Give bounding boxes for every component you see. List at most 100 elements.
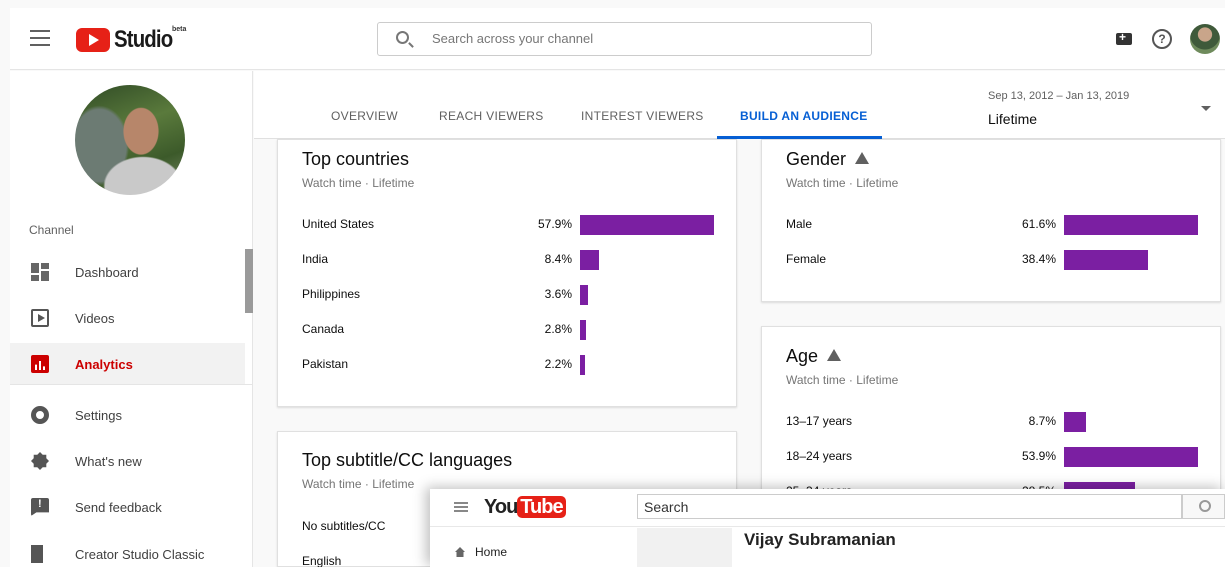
badge-icon [31,452,49,470]
card-subtitle: Watch time · Lifetime [302,176,415,190]
home-label: Home [475,545,508,559]
gender-card: Gender Watch time · Lifetime Male 61.6% Fe… [761,139,1221,302]
row-value: 8.7% [1028,414,1056,428]
youtube-play-icon [76,28,110,52]
gear-icon [31,406,49,424]
sidebar-scrollbar[interactable] [245,249,253,313]
row-label: Canada [302,322,345,336]
card-subtitle: Watch time · Lifetime [302,477,415,491]
row-value: 3.6% [544,287,572,301]
sidebar-item-label: Analytics [75,356,133,372]
row-value: 57.9% [537,217,572,231]
sidebar-item-label: What's new [75,453,142,469]
channel-name: Vijay Subramanian [744,530,896,549]
percentage-bar[interactable] [580,320,587,340]
percentage-bar[interactable] [580,285,589,305]
date-range-value[interactable]: Lifetime [988,111,1037,127]
search-input[interactable] [432,31,852,46]
logo-tube: Tube [517,496,566,518]
channel-avatar[interactable] [75,85,185,195]
dashboard-icon [31,263,49,281]
row-label: No subtitles/CC [302,519,386,533]
row-label: Male [786,217,813,231]
tab-overview[interactable]: OVERVIEW [331,109,398,123]
home-icon [455,547,465,557]
row-label: English [302,554,342,567]
tab-reach-viewers[interactable]: REACH VIEWERS [439,109,544,123]
create-video-icon[interactable] [1116,30,1132,45]
percentage-bar[interactable] [1064,412,1086,432]
sidebar-item-home[interactable]: Home [455,545,507,559]
videos-icon [31,309,49,327]
age-title-text: Age [786,346,819,366]
row-label: Pakistan [302,357,349,371]
row-value: 8.4% [544,252,572,266]
search-icon[interactable] [1182,494,1225,519]
menu-icon[interactable] [30,30,50,46]
youtube-classic-gutter [637,528,732,567]
sidebar-item-creator-studio-classic[interactable]: Creator Studio Classic [10,533,245,567]
percentage-bar[interactable] [1064,250,1148,270]
card-subtitle: Watch time · Lifetime [786,373,899,387]
percentage-bar[interactable] [1064,447,1198,467]
card-title: Gender [786,149,870,170]
row-label: Female [786,252,827,266]
row-value: 38.4% [1021,252,1056,266]
tab-interest-viewers[interactable]: INTEREST VIEWERS [581,109,704,123]
beta-badge: beta [172,26,187,33]
percentage-bar[interactable] [580,355,586,375]
percentage-bar[interactable] [580,250,600,270]
youtube-classic-header: You Tube [430,489,1225,527]
card-title: Age [786,346,842,367]
sidebar: Channel Dashboard Videos Analytics Setti… [10,71,253,567]
row-label: 13–17 years [786,414,853,428]
sidebar-item-analytics[interactable]: Analytics [10,343,245,385]
warning-icon[interactable] [855,152,870,164]
feedback-icon [31,498,49,516]
sidebar-item-label: Videos [75,310,115,326]
card-subtitle: Watch time · Lifetime [786,176,899,190]
row-label: United States [302,217,375,231]
percentage-bar[interactable] [580,215,714,235]
youtube-classic-window: YouTube Home Vijay Subramanian [430,489,1225,567]
analytics-tabs: OVERVIEW REACH VIEWERS INTEREST VIEWERS … [254,71,1225,139]
row-label: Philippines [302,287,361,301]
row-value: 53.9% [1021,449,1056,463]
account-avatar[interactable] [1190,24,1220,54]
warning-icon[interactable] [827,349,842,361]
chevron-down-icon[interactable] [1201,106,1211,111]
row-label: 18–24 years [786,449,853,463]
sidebar-item-settings[interactable]: Settings [10,394,245,436]
sidebar-item-label: Creator Studio Classic [75,546,205,562]
sidebar-item-label: Settings [75,407,122,423]
date-range-label: Sep 13, 2012 – Jan 13, 2019 [988,90,1130,102]
percentage-bar[interactable] [1064,215,1198,235]
card-title: Top countries [302,149,410,169]
sidebar-item-label: Send feedback [75,499,162,515]
row-value: 61.6% [1021,217,1056,231]
youtube-search-input[interactable] [637,494,1182,519]
logo-you: You [484,496,518,518]
sidebar-item-videos[interactable]: Videos [10,297,245,339]
analytics-icon [31,355,49,373]
studio-logo[interactable]: Studio beta [76,26,187,54]
row-value: 2.2% [544,357,572,371]
sidebar-item-whats-new[interactable]: What's new [10,440,245,482]
top-countries-card: Top countries Watch time · Lifetime Unit… [277,139,737,407]
channel-search[interactable] [377,22,872,56]
exit-icon [31,545,49,563]
sidebar-item-send-feedback[interactable]: Send feedback [10,486,245,528]
sidebar-item-dashboard[interactable]: Dashboard [10,251,245,293]
sidebar-section-label: Channel [29,223,74,237]
logo-text: Studio [114,26,173,53]
gender-title-text: Gender [786,149,847,169]
sidebar-item-label: Dashboard [75,264,139,280]
tab-build-an-audience[interactable]: BUILD AN AUDIENCE [740,109,868,123]
youtube-logo[interactable]: You Tube [484,496,566,519]
menu-icon[interactable] [454,502,468,512]
row-label: India [302,252,329,266]
card-title: Top subtitle/CC languages [302,450,513,470]
search-icon [396,31,409,44]
row-value: 2.8% [544,322,572,336]
help-icon[interactable]: ? [1152,29,1172,49]
